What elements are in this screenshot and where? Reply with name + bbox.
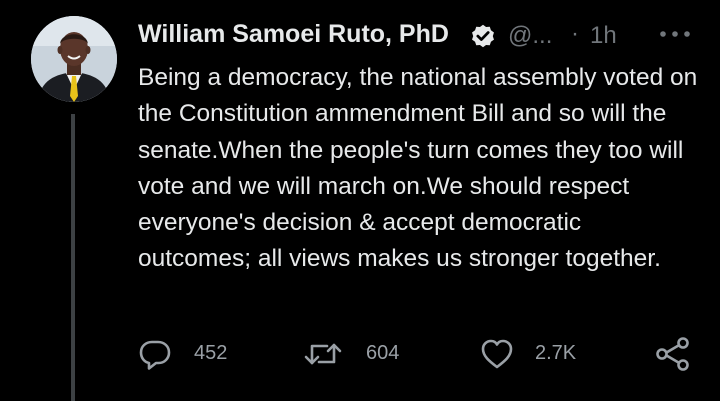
display-name[interactable]: William Samoei Ruto, PhD [138,20,449,49]
avatar[interactable] [31,16,117,102]
verified-badge-icon [472,24,494,48]
timestamp[interactable]: 1h [590,22,617,50]
tweet-header: William Samoei Ruto, PhD @... · 1h [138,16,698,56]
like-button[interactable]: 2.7K [480,337,600,371]
reply-button[interactable]: 452 [138,337,248,371]
avatar-image [31,16,117,102]
handle[interactable]: @... [508,22,552,50]
thread-line [71,114,75,401]
retweet-button[interactable]: 604 [303,337,423,371]
retweet-count: 604 [366,342,400,364]
share-icon [656,337,689,371]
tweet-text: Being a democracy, the national assembly… [138,64,698,273]
share-button[interactable] [655,337,691,371]
more-icon[interactable] [658,24,692,44]
reply-count: 452 [194,342,228,364]
tweet[interactable]: William Samoei Ruto, PhD @... · 1h Being… [0,0,720,401]
heart-icon [481,339,513,369]
like-count: 2.7K [535,342,577,364]
reply-icon [139,340,171,370]
retweet-icon [304,343,342,365]
separator-dot: · [571,20,579,47]
